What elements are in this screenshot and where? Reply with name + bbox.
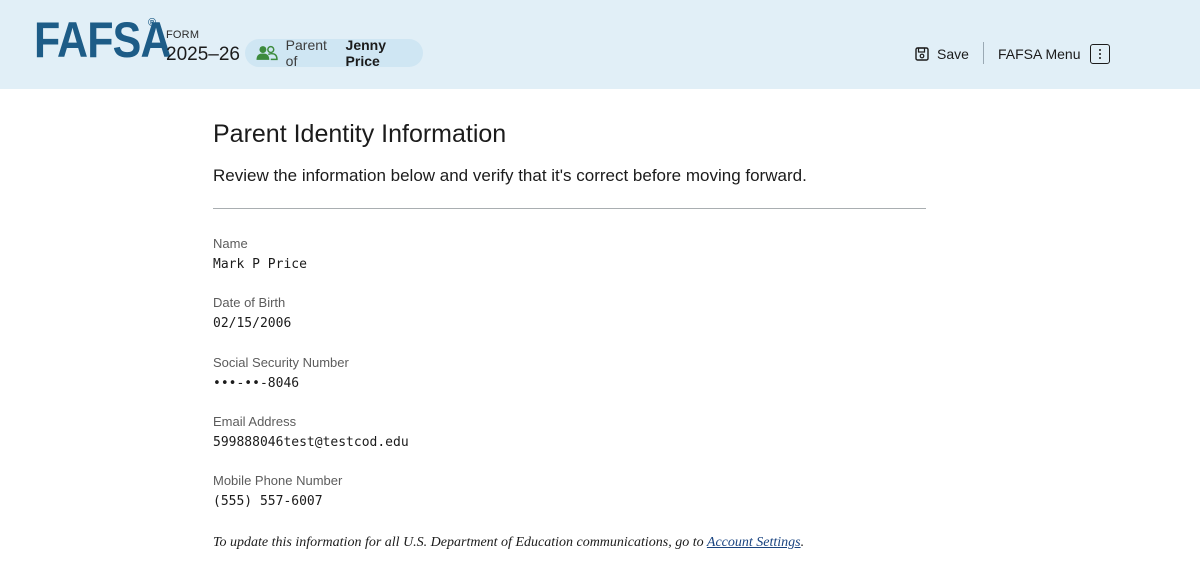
footer-text: To update this information for all U.S. …: [213, 535, 704, 550]
ssn-label: Social Security Number: [213, 355, 349, 370]
page-intro: Review the information below and verify …: [213, 166, 807, 185]
ssn-value: •••-••-8046: [213, 376, 300, 391]
phone-value: (555) 557-6007: [213, 494, 323, 509]
header-divider: [983, 42, 984, 64]
registered-mark: ®: [148, 17, 157, 29]
parent-of-prefix: Parent of: [285, 37, 327, 69]
fafsa-menu-button[interactable]: FAFSA Menu: [998, 42, 1111, 66]
parent-of-badge: Parent of Jenny Price: [245, 37, 423, 69]
section-divider: [213, 208, 926, 209]
save-label: Save: [937, 46, 969, 62]
form-year: 2025–26: [166, 44, 240, 65]
footer-period: .: [800, 535, 805, 550]
save-button[interactable]: Save: [915, 44, 969, 64]
name-label: Name: [213, 236, 248, 251]
email-label: Email Address: [213, 414, 297, 429]
dob-value: 02/15/2006: [213, 316, 292, 331]
phone-label: Mobile Phone Number: [213, 473, 343, 488]
parent-people-icon: [256, 45, 278, 61]
form-label: FORM: [166, 29, 200, 41]
page-title: Parent Identity Information: [213, 120, 507, 148]
account-settings-link[interactable]: Account Settings: [707, 535, 801, 550]
student-name: Jenny Price: [345, 37, 387, 69]
account-settings-note: To update this information for all U.S. …: [213, 535, 804, 551]
dob-label: Date of Birth: [213, 295, 286, 310]
name-value: Mark P Price: [213, 257, 307, 272]
fafsa-menu-label: FAFSA Menu: [998, 46, 1081, 62]
page-header: FAFSA ® FORM 2025–26 Parent of Jenny Pri…: [0, 0, 1200, 89]
email-value: 599888046test@testcod.edu: [213, 435, 409, 450]
save-icon: [915, 47, 929, 61]
kebab-menu-icon: [1090, 44, 1111, 64]
